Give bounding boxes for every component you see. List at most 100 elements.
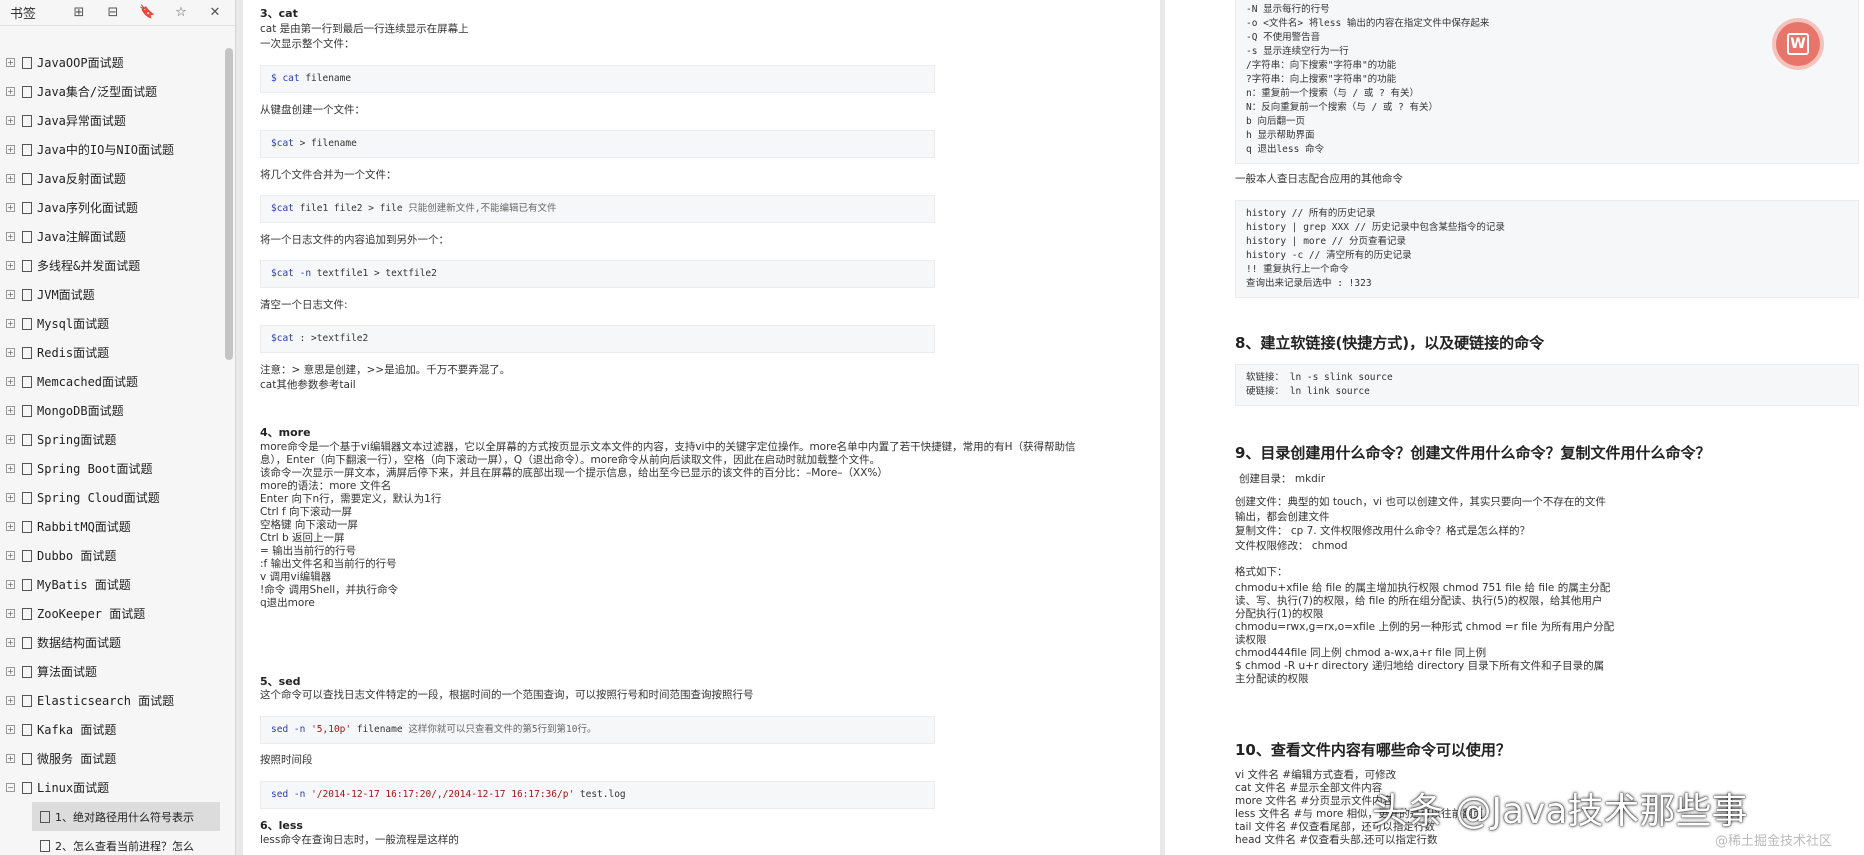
bookmark-label: 微服务 面试题 bbox=[37, 752, 117, 766]
code-block: $ cat filename bbox=[260, 65, 935, 93]
bookmark-item[interactable]: + ZooKeeper 面试题 bbox=[0, 599, 226, 628]
section-heading-10: 10、查看文件内容有哪些命令可以使用？ bbox=[1235, 741, 1511, 759]
expand-toggle-icon[interactable]: + bbox=[6, 464, 15, 473]
bookmark-item[interactable]: + Mysql面试题 bbox=[0, 309, 226, 338]
bookmark-subitem[interactable]: 2、怎么查看当前进程？怎么 bbox=[0, 831, 226, 855]
pdf-page-right: -N 显示每行的行号 -o <文件名> 将less 输出的内容在指定文件中保存起… bbox=[1165, 0, 1864, 855]
bookmark-item[interactable]: + 微服务 面试题 bbox=[0, 744, 226, 773]
bookmark-item[interactable]: + RabbitMQ面试题 bbox=[0, 512, 226, 541]
expand-toggle-icon[interactable]: + bbox=[6, 696, 15, 705]
paragraph: 一次显示整个文件： bbox=[260, 38, 355, 50]
bookmark-label: Dubbo 面试题 bbox=[37, 549, 117, 563]
bookmark-icon bbox=[22, 781, 32, 794]
bookmark-item[interactable]: − Linux面试题 bbox=[0, 773, 226, 802]
expand-toggle-icon[interactable]: + bbox=[6, 290, 15, 299]
paragraph: 创建目录： mkdir bbox=[1239, 473, 1326, 485]
bookmark-item[interactable]: + Java反射面试题 bbox=[0, 164, 226, 193]
bookmark-item[interactable]: + Java序列化面试题 bbox=[0, 193, 226, 222]
paragraph-line: 创建文件：典型的如 touch，vi 也可以创建文件，其实只要向一个不存在的文件 bbox=[1235, 496, 1606, 508]
section-heading-cat: 3、cat bbox=[260, 7, 298, 20]
bookmark-item[interactable]: + Kafka 面试题 bbox=[0, 715, 226, 744]
code-block: $cat : >textfile2 bbox=[260, 325, 935, 353]
bookmark-item[interactable]: + Spring Boot面试题 bbox=[0, 454, 226, 483]
bookmark-icon bbox=[40, 810, 50, 823]
bookmark-icon bbox=[22, 201, 32, 214]
expand-toggle-icon[interactable]: + bbox=[6, 725, 15, 734]
bookmark-item[interactable]: + Java注解面试题 bbox=[0, 222, 226, 251]
expand-toggle-icon[interactable]: − bbox=[6, 783, 15, 792]
expand-toggle-icon[interactable]: + bbox=[6, 551, 15, 560]
bookmark-item[interactable]: + Spring Cloud面试题 bbox=[0, 483, 226, 512]
bookmark-label: 算法面试题 bbox=[37, 665, 98, 679]
bookmark-item[interactable]: + JVM面试题 bbox=[0, 280, 226, 309]
bookmark-icon bbox=[22, 520, 32, 533]
bookmark-label: Java注解面试题 bbox=[37, 230, 126, 244]
expand-toggle-icon[interactable]: + bbox=[6, 522, 15, 531]
watermark: 头条 @Java技术那些事 bbox=[1372, 791, 1748, 832]
close-icon[interactable]: ✕ bbox=[207, 5, 223, 20]
floating-app-button[interactable]: W bbox=[1776, 22, 1820, 66]
expand-toggle-icon[interactable]: + bbox=[6, 232, 15, 241]
bookmark-icon bbox=[22, 317, 32, 330]
bookmark-label: Java中的IO与NIO面试题 bbox=[37, 143, 175, 157]
bookmark-icon bbox=[22, 433, 32, 446]
bookmark-label: Redis面试题 bbox=[37, 346, 110, 360]
bookmark-item[interactable]: + Dubbo 面试题 bbox=[0, 541, 226, 570]
bookmark-icon bbox=[40, 839, 50, 852]
expand-toggle-icon[interactable]: + bbox=[6, 435, 15, 444]
expand-toggle-icon[interactable]: + bbox=[6, 174, 15, 183]
bookmark-item[interactable]: + 数据结构面试题 bbox=[0, 628, 226, 657]
bookmark-item[interactable]: + 算法面试题 bbox=[0, 657, 226, 686]
bookmark-icon bbox=[22, 578, 32, 591]
expand-toggle-icon[interactable]: + bbox=[6, 609, 15, 618]
bookmark-item[interactable]: + MyBatis 面试题 bbox=[0, 570, 226, 599]
bookmark-item[interactable]: + Spring面试题 bbox=[0, 425, 226, 454]
bookmark-subitem[interactable]: 1、绝对路径用什么符号表示 bbox=[32, 802, 220, 831]
sidebar-header: 书签 ⊞ ⊟ 🔖 ☆ ✕ bbox=[0, 0, 235, 26]
bookmark-icon bbox=[22, 288, 32, 301]
expand-toggle-icon[interactable]: + bbox=[6, 116, 15, 125]
sidebar-scrollbar[interactable] bbox=[225, 48, 233, 360]
expand-toggle-icon[interactable]: + bbox=[6, 87, 15, 96]
expand-toggle-icon[interactable]: + bbox=[6, 406, 15, 415]
expand-toggle-icon[interactable]: + bbox=[6, 58, 15, 67]
bookmark-icon bbox=[22, 56, 32, 69]
bookmark-item[interactable]: + Memcached面试题 bbox=[0, 367, 226, 396]
bookmark-item[interactable]: + MongoDB面试题 bbox=[0, 396, 226, 425]
bookmark-label: Mysql面试题 bbox=[37, 317, 110, 331]
pdf-reader-window: 书签 ⊞ ⊟ 🔖 ☆ ✕ + JavaOOP面试题 + Java集合/泛型面试题 + Ja… bbox=[0, 0, 1864, 855]
paragraph: cat其他参数参考tail bbox=[260, 379, 356, 391]
expand-toggle-icon[interactable]: + bbox=[6, 580, 15, 589]
bookmark-star-icon[interactable]: ☆ bbox=[173, 5, 189, 20]
expand-toggle-icon[interactable]: + bbox=[6, 203, 15, 212]
collapse-all-icon[interactable]: ⊟ bbox=[105, 5, 121, 20]
bookmark-label: JavaOOP面试题 bbox=[37, 56, 124, 70]
bookmark-item[interactable]: + Java中的IO与NIO面试题 bbox=[0, 135, 226, 164]
expand-toggle-icon[interactable]: + bbox=[6, 638, 15, 647]
expand-toggle-icon[interactable]: + bbox=[6, 667, 15, 676]
bookmark-icon bbox=[22, 114, 32, 127]
bookmark-item[interactable]: + Redis面试题 bbox=[0, 338, 226, 367]
code-block-ln: 软链接： ln -s slink source 硬链接： ln link sou… bbox=[1235, 364, 1859, 406]
paragraph: 一般本人查日志配合应用的其他命令 bbox=[1235, 173, 1403, 185]
bookmark-item[interactable]: + Java异常面试题 bbox=[0, 106, 226, 135]
section-heading-more: 4、more bbox=[260, 426, 311, 439]
section-heading-9: 9、目录创建用什么命令？创建文件用什么命令？复制文件用什么命令？ bbox=[1235, 444, 1711, 462]
expand-toggle-icon[interactable]: + bbox=[6, 377, 15, 386]
expand-toggle-icon[interactable]: + bbox=[6, 261, 15, 270]
section-heading-8: 8、建立软链接(快捷方式)，以及硬链接的命令 bbox=[1235, 334, 1545, 352]
add-bookmark-icon[interactable]: 🔖 bbox=[139, 5, 155, 20]
bookmark-item[interactable]: + 多线程&并发面试题 bbox=[0, 251, 226, 280]
expand-toggle-icon[interactable]: + bbox=[6, 145, 15, 154]
bookmark-item[interactable]: + JavaOOP面试题 bbox=[0, 48, 226, 77]
expand-toggle-icon[interactable]: + bbox=[6, 348, 15, 357]
expand-all-icon[interactable]: ⊞ bbox=[71, 5, 87, 20]
bookmark-item[interactable]: + Java集合/泛型面试题 bbox=[0, 77, 226, 106]
expand-toggle-icon[interactable]: + bbox=[6, 493, 15, 502]
bookmark-item[interactable]: + Elasticsearch 面试题 bbox=[0, 686, 226, 715]
expand-toggle-icon[interactable]: + bbox=[6, 754, 15, 763]
code-block: $cat > filename bbox=[260, 130, 935, 158]
bookmark-icon bbox=[22, 665, 32, 678]
expand-toggle-icon[interactable]: + bbox=[6, 319, 15, 328]
paragraph: cat 是由第一行到最后一行连续显示在屏幕上 bbox=[260, 23, 469, 35]
